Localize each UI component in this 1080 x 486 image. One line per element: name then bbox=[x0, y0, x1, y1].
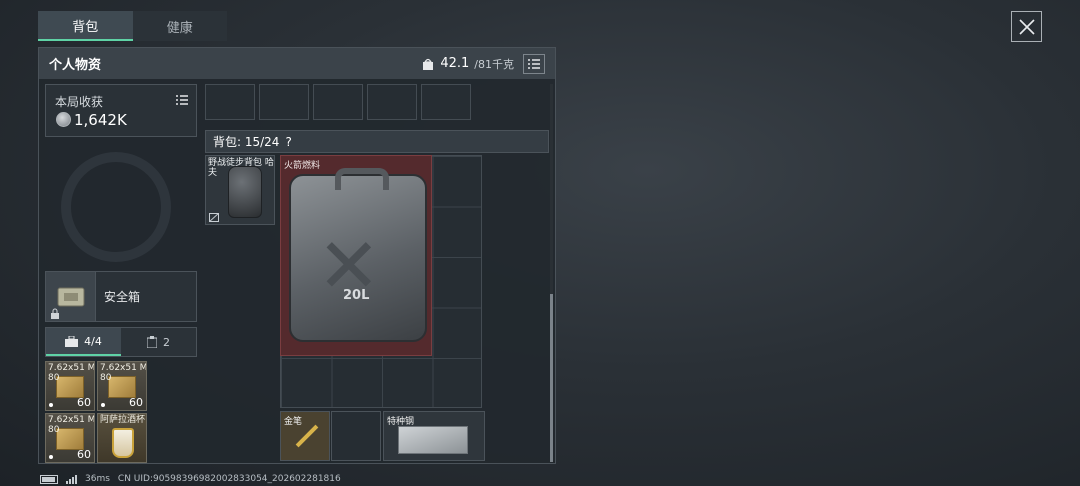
scrollbar-thumb[interactable] bbox=[550, 294, 553, 462]
item-name: 阿萨拉酒杯 bbox=[100, 415, 146, 425]
weight-icon bbox=[423, 58, 434, 70]
item-count: 60 bbox=[77, 396, 91, 409]
inventory-panel: 个人物资 42.1 /81千克 本局收获 1,642K 安全箱 4/4 2 7.… bbox=[38, 47, 556, 464]
coin-icon bbox=[56, 112, 71, 127]
close-button[interactable] bbox=[1011, 11, 1042, 42]
jerrycan-volume: 20L bbox=[343, 288, 370, 303]
safebox-label: 安全箱 bbox=[104, 290, 141, 304]
special-steel-item[interactable]: 特种钢 bbox=[383, 411, 485, 461]
rocket-fuel-item[interactable]: 火箭燃料 ✕ 20L bbox=[280, 155, 432, 356]
empty-slot[interactable] bbox=[259, 84, 309, 120]
item-count: 60 bbox=[77, 448, 91, 461]
pouch-tabs: 4/4 2 bbox=[45, 327, 197, 357]
no-image-icon bbox=[209, 213, 219, 222]
tab-clipboard[interactable]: 2 bbox=[121, 328, 196, 356]
list-icon bbox=[176, 95, 188, 105]
empty-slot[interactable] bbox=[367, 84, 417, 120]
empty-slot[interactable] bbox=[421, 84, 471, 120]
clipboard-icon bbox=[147, 336, 157, 348]
sort-list-button[interactable] bbox=[523, 53, 545, 74]
item-dot bbox=[101, 403, 105, 407]
tab-toolbox[interactable]: 4/4 bbox=[46, 328, 121, 356]
empty-slot[interactable] bbox=[331, 411, 381, 461]
top-tabs: 背包 健康 bbox=[38, 11, 227, 41]
backpack-capacity: 背包: 15/24 bbox=[213, 135, 280, 149]
panel-title: 个人物资 bbox=[49, 58, 102, 73]
scrollbar[interactable] bbox=[550, 84, 553, 462]
ping-value: 36ms bbox=[85, 474, 110, 484]
goblet-icon bbox=[112, 428, 134, 458]
item-name: 7.62x51 M80 bbox=[48, 415, 95, 435]
safebox-slot[interactable]: 安全箱 bbox=[45, 271, 197, 322]
help-icon[interactable]: ? bbox=[285, 135, 291, 149]
top-slot-row bbox=[205, 84, 545, 120]
item-count: 60 bbox=[129, 396, 143, 409]
battery-icon bbox=[40, 474, 58, 484]
harvest-label: 本局收获 bbox=[55, 95, 104, 109]
empty-slot[interactable] bbox=[313, 84, 363, 120]
tab-backpack[interactable]: 背包 bbox=[38, 11, 133, 41]
backpack-equip-slot[interactable]: 野战徒步背包 哈夫 bbox=[205, 155, 275, 225]
close-icon bbox=[1018, 18, 1035, 35]
status-footer: 36ms CN UID:9059839698200283305‌4_202602… bbox=[40, 472, 341, 486]
jerrycan-icon: ✕ 20L bbox=[289, 168, 427, 342]
weight-display: 42.1 /81千克 bbox=[421, 53, 545, 74]
item-name: 野战徒步背包 哈夫 bbox=[208, 158, 274, 178]
lock-icon bbox=[51, 308, 59, 319]
faction-emblem bbox=[61, 152, 171, 262]
ammo-item[interactable]: 7.62x51 M80 60 bbox=[97, 361, 147, 411]
harvest-value: 1,642K bbox=[74, 111, 127, 129]
gold-pen-item[interactable]: 金笔 bbox=[280, 411, 330, 461]
weight-max: /81千克 bbox=[474, 57, 514, 71]
jerrycan-handle bbox=[335, 168, 389, 190]
backpack-capacity-bar: 背包: 15/24 ? bbox=[205, 130, 549, 153]
round-harvest: 本局收获 1,642K bbox=[45, 84, 197, 137]
item-name: 7.62x51 M80 bbox=[48, 363, 95, 383]
pouch-grid: 7.62x51 M80 60 7.62x51 M80 60 7.62x51 M8… bbox=[45, 361, 147, 463]
item-name: 火箭燃料 bbox=[284, 161, 321, 171]
item-name: 金笔 bbox=[284, 417, 303, 427]
signal-icon bbox=[66, 474, 77, 484]
tab-health[interactable]: 健康 bbox=[133, 11, 228, 41]
ammo-item[interactable]: 7.62x51 M80 60 bbox=[45, 361, 95, 411]
weight-current: 42.1 bbox=[440, 56, 470, 71]
steel-plate-icon bbox=[398, 426, 468, 454]
uid-text: CN UID:9059839698200283305‌4_20260228181… bbox=[117, 474, 341, 484]
goblet-item[interactable]: 阿萨拉酒杯 bbox=[97, 413, 147, 463]
ammo-item[interactable]: 7.62x51 M80 60 bbox=[45, 413, 95, 463]
empty-slot[interactable] bbox=[205, 84, 255, 120]
panel-header: 个人物资 42.1 /81千克 bbox=[39, 48, 555, 79]
list-icon bbox=[528, 58, 540, 69]
clipboard-count: 2 bbox=[163, 335, 170, 349]
item-dot bbox=[49, 455, 53, 459]
toolbox-icon bbox=[65, 335, 79, 347]
item-dot bbox=[49, 403, 53, 407]
item-name: 7.62x51 M80 bbox=[100, 363, 147, 383]
pen-icon bbox=[295, 424, 319, 448]
toolbox-count: 4/4 bbox=[84, 334, 102, 348]
harvest-details-button[interactable] bbox=[172, 91, 192, 109]
